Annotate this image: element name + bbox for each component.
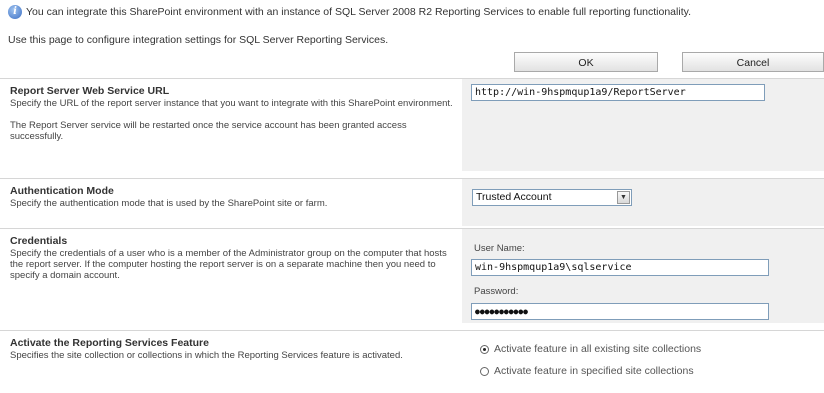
report-server-url-input[interactable]: http://win-9hspmqup1a9/ReportServer (471, 84, 765, 101)
section-description: Credentials Specify the credentials of a… (0, 229, 462, 323)
info-message: i You can integrate this SharePoint envi… (8, 4, 691, 20)
activate-all-option[interactable]: Activate feature in all existing site co… (480, 343, 701, 355)
section-desc-2: The Report Server service will be restar… (10, 120, 407, 142)
select-value: Trusted Account (476, 191, 552, 203)
section-controls (462, 331, 824, 393)
authentication-mode-select[interactable]: Trusted Account ▼ (472, 189, 632, 206)
section-description: Authentication Mode Specify the authenti… (0, 179, 462, 226)
username-label: User Name: (474, 243, 525, 254)
username-input[interactable]: win-9hspmqup1a9\sqlservice (471, 259, 769, 276)
chevron-down-icon[interactable]: ▼ (617, 191, 630, 204)
password-input[interactable]: ●●●●●●●●●●● (471, 303, 769, 320)
section-desc: Specify the authentication mode that is … (10, 198, 328, 209)
section-controls: Trusted Account ▼ (462, 179, 824, 226)
section-description: Activate the Reporting Services Feature … (0, 331, 462, 393)
section-desc: Specify the URL of the report server ins… (10, 98, 453, 109)
ok-button[interactable]: OK (514, 52, 658, 72)
password-label: Password: (474, 286, 519, 297)
section-title: Authentication Mode (10, 185, 114, 197)
page-description: Use this page to configure integration s… (8, 34, 389, 46)
cancel-button[interactable]: Cancel (682, 52, 824, 72)
section-title: Credentials (10, 235, 68, 247)
info-text: You can integrate this SharePoint enviro… (26, 6, 691, 18)
radio-unchecked-icon[interactable] (480, 366, 489, 376)
activate-specified-option[interactable]: Activate feature in specified site colle… (480, 365, 694, 377)
option-label: Activate feature in all existing site co… (494, 343, 702, 355)
authentication-mode-section: Authentication Mode Specify the authenti… (0, 178, 824, 226)
section-title: Report Server Web Service URL (10, 85, 170, 97)
section-desc: Specify the credentials of a user who is… (10, 248, 447, 281)
section-desc: Specifies the site collection or collect… (10, 350, 403, 361)
option-label: Activate feature in specified site colle… (494, 365, 694, 377)
section-description: Report Server Web Service URL Specify th… (0, 79, 462, 171)
info-icon: i (8, 5, 22, 19)
radio-checked-icon[interactable] (480, 344, 489, 354)
section-title: Activate the Reporting Services Feature (10, 337, 209, 349)
activate-feature-section: Activate the Reporting Services Feature … (0, 330, 824, 393)
